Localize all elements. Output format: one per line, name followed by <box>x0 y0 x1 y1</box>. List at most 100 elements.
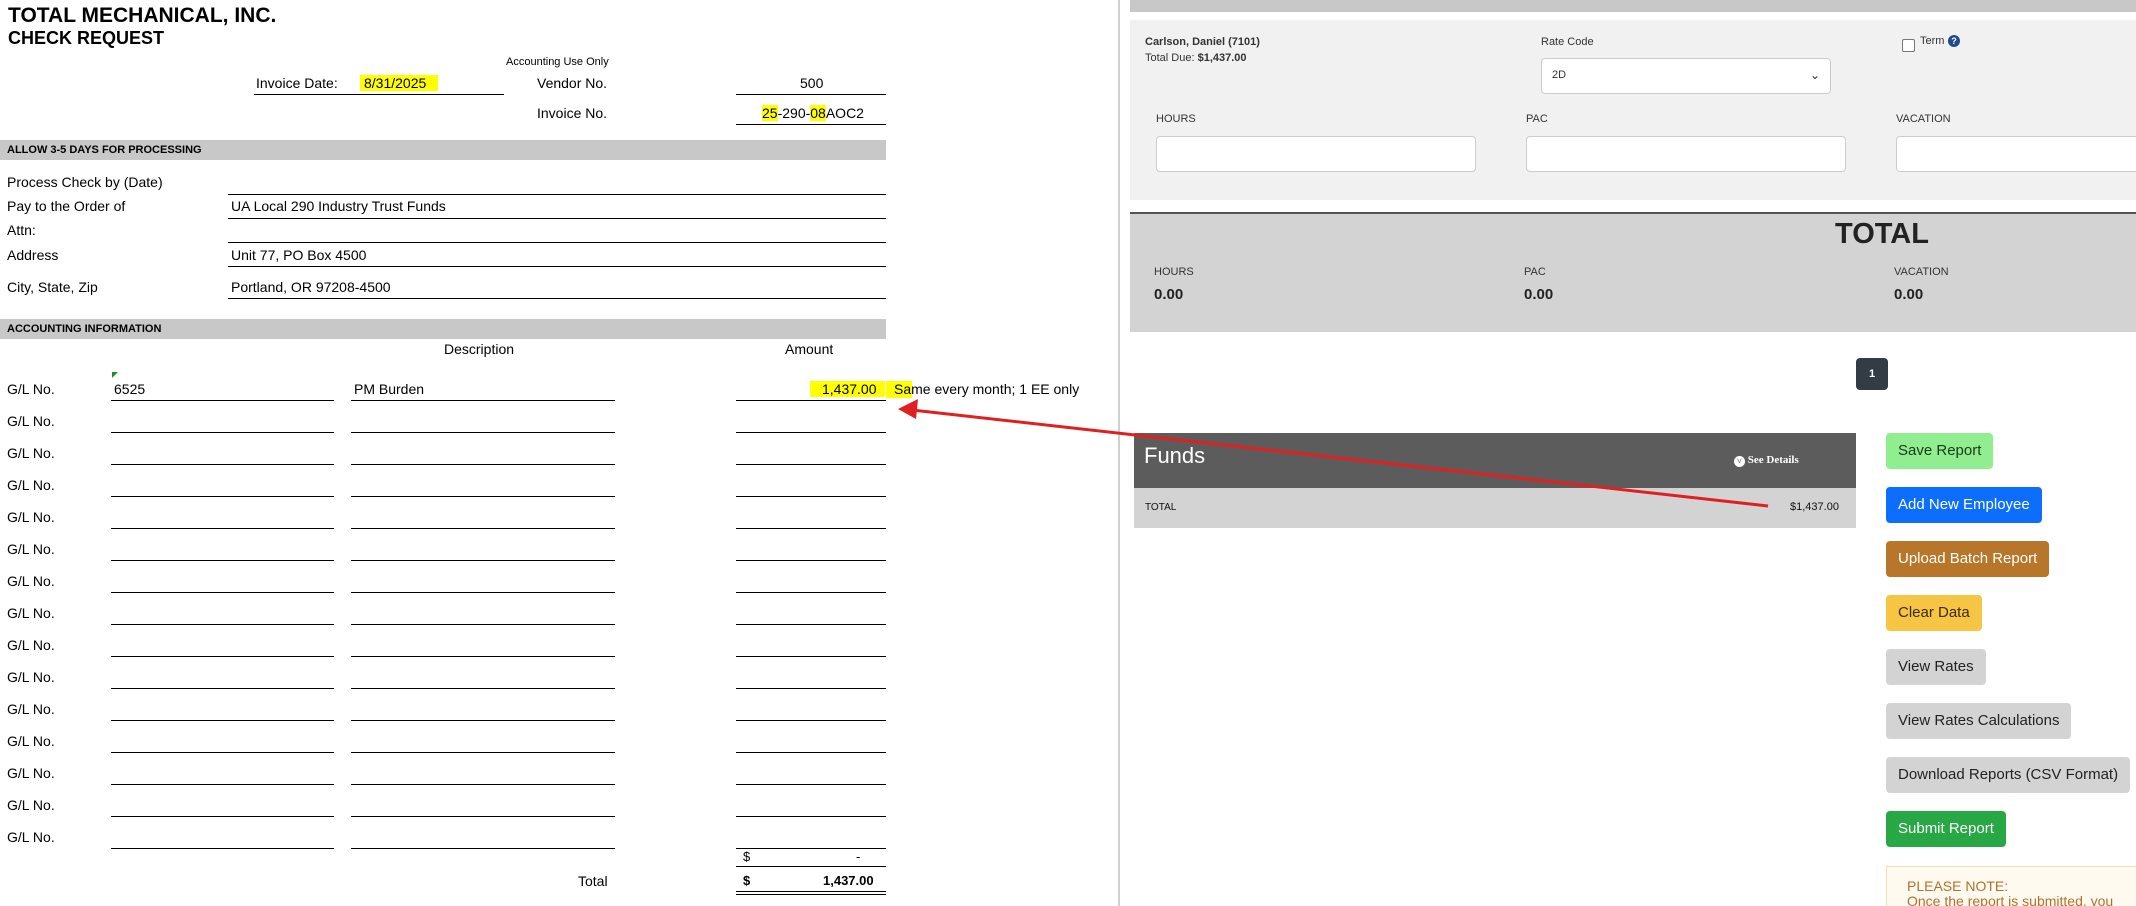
gl-amount-value[interactable]: 1,437.00 <box>810 381 885 397</box>
add-new-employee-button[interactable]: Add New Employee <box>1886 487 2042 523</box>
gl-description-cell[interactable] <box>351 432 615 433</box>
gl-number-cell[interactable] <box>111 528 334 529</box>
upload-batch-report-button[interactable]: Upload Batch Report <box>1886 541 2050 577</box>
gl-label: G/L No. <box>7 509 55 525</box>
gl-description-cell[interactable] <box>351 464 615 465</box>
funds-total-label: TOTAL <box>1145 502 1177 513</box>
hours-input[interactable] <box>1156 136 1476 172</box>
gl-number-cell[interactable] <box>111 496 334 497</box>
gl-amount-cell[interactable] <box>736 720 886 721</box>
view-rates-button[interactable]: View Rates <box>1886 649 1986 685</box>
view-rates-calculations-button[interactable]: View Rates Calculations <box>1886 703 2072 739</box>
funds-title: Funds <box>1144 443 1206 468</box>
gl-description-cell[interactable] <box>351 688 615 689</box>
invoice-no-label: Invoice No. <box>537 105 608 121</box>
save-report-button[interactable]: Save Report <box>1886 433 1994 469</box>
process-check-label: Process Check by (Date) <box>7 174 163 190</box>
gl-number-cell[interactable] <box>111 432 334 433</box>
download-reports-csv-button[interactable]: Download Reports (CSV Format) <box>1886 757 2131 793</box>
see-details-text: See Details <box>1747 454 1799 466</box>
gl-description-cell[interactable] <box>351 592 615 593</box>
gl-number-cell[interactable] <box>111 848 334 849</box>
pagination-page-1[interactable]: 1 <box>1856 358 1888 390</box>
gl-amount-cell[interactable] <box>736 848 886 849</box>
gl-number-cell[interactable] <box>111 560 334 561</box>
term-checkbox[interactable] <box>1902 39 1915 52</box>
gl-amount-cell[interactable] <box>736 560 886 561</box>
gl-amount-cell[interactable] <box>736 816 886 817</box>
gl-number-cell[interactable] <box>111 784 334 785</box>
gl-number-cell[interactable] <box>111 656 334 657</box>
pac-label: PAC <box>1526 113 1548 125</box>
gl-description-cell[interactable] <box>351 752 615 753</box>
gl-amount-cell[interactable] <box>736 528 886 529</box>
accounting-band-text: ACCOUNTING INFORMATION <box>7 323 162 335</box>
gl-description-cell[interactable] <box>351 560 615 561</box>
submit-report-button[interactable]: Submit Report <box>1886 811 2006 847</box>
gl-amount-cell[interactable] <box>736 496 886 497</box>
gl-description-cell[interactable] <box>351 656 615 657</box>
clear-data-button[interactable]: Clear Data <box>1886 595 1982 631</box>
gl-description-cell[interactable] <box>351 528 615 529</box>
city-value[interactable]: Portland, OR 97208-4500 <box>231 279 391 295</box>
gl-amount-cell[interactable] <box>736 464 886 465</box>
address-value[interactable]: Unit 77, PO Box 4500 <box>231 247 366 263</box>
gl-amount-cell[interactable] <box>736 432 886 433</box>
rate-code-select[interactable]: 2D ⌄ <box>1541 58 1831 94</box>
gl-description-cell[interactable] <box>351 624 615 625</box>
gl-description-cell[interactable] <box>351 720 615 721</box>
employee-name: Carlson, Daniel (7101) <box>1145 36 1260 48</box>
note-title: PLEASE NOTE: <box>1907 878 2009 894</box>
processing-band: ALLOW 3-5 DAYS FOR PROCESSING <box>0 140 886 160</box>
gl-description-cell[interactable] <box>351 816 615 817</box>
description-header: Description <box>444 341 515 357</box>
gl-amount-cell[interactable] <box>736 592 886 593</box>
gl-label: G/L No. <box>7 413 55 429</box>
gl-number-cell[interactable] <box>111 688 334 689</box>
gl-number-cell[interactable] <box>111 464 334 465</box>
gl-description-cell[interactable] <box>351 496 615 497</box>
pay-to-value[interactable]: UA Local 290 Industry Trust Funds <box>231 198 446 214</box>
gl-note: Same every month; 1 EE only <box>886 381 1079 398</box>
gl-number-value[interactable]: 6525 <box>114 381 145 397</box>
form-title: CHECK REQUEST <box>8 28 165 48</box>
gl-label: G/L No. <box>7 573 55 589</box>
subtotal-dollar: $ <box>743 849 751 864</box>
see-details-link[interactable]: ˅ See Details <box>1734 454 1799 467</box>
pac-input[interactable] <box>1526 136 1846 172</box>
gl-amount-cell[interactable] <box>736 784 886 785</box>
rate-code-value: 2D <box>1552 69 1567 81</box>
funds-total-value: $1,437.00 <box>1790 501 1839 513</box>
gl-description-cell[interactable] <box>351 848 615 849</box>
gl-amount-cell[interactable] <box>736 688 886 689</box>
top-bar <box>1130 0 2136 12</box>
gl-number-cell[interactable] <box>111 720 334 721</box>
gl-label: G/L No. <box>7 829 55 845</box>
vacation-input[interactable] <box>1896 136 2136 172</box>
subtotal-dash: - <box>856 849 861 864</box>
gl-number-cell[interactable] <box>111 816 334 817</box>
gl-amount-cell[interactable] <box>736 656 886 657</box>
invoice-date-value[interactable]: 8/31/2025 <box>360 75 439 91</box>
accounting-use-only-label: Accounting Use Only <box>506 56 609 68</box>
total-due: Total Due: $1,437.00 <box>1145 52 1247 64</box>
gl-description-value[interactable]: PM Burden <box>354 381 424 397</box>
gl-amount-cell[interactable] <box>736 624 886 625</box>
gl-number-cell[interactable] <box>111 752 334 753</box>
total-value[interactable]: 1,437.00 <box>823 873 874 888</box>
gl-description-cell[interactable] <box>351 784 615 785</box>
gl-number-cell[interactable] <box>111 592 334 593</box>
accounting-band: ACCOUNTING INFORMATION <box>0 319 886 339</box>
total-dollar: $ <box>743 873 751 888</box>
chevron-down-circle-icon: ˅ <box>1734 456 1745 467</box>
gl-label: G/L No. <box>7 765 55 781</box>
vendor-no-value[interactable]: 500 <box>800 75 823 91</box>
gl-number-cell[interactable] <box>111 624 334 625</box>
funds-header: Funds ˅ See Details <box>1134 433 1856 488</box>
employee-panel: Carlson, Daniel (7101) Total Due: $1,437… <box>1130 20 2136 200</box>
help-icon[interactable]: ? <box>1948 35 1960 47</box>
gl-amount-cell[interactable] <box>736 752 886 753</box>
invoice-no-value[interactable]: 25-290-08AOC2 <box>762 105 864 121</box>
please-note-box: PLEASE NOTE: Once the report is submitte… <box>1886 866 2136 906</box>
totals-panel: TOTAL HOURS 0.00 PAC 0.00 VACATION 0.00 <box>1130 212 2136 332</box>
